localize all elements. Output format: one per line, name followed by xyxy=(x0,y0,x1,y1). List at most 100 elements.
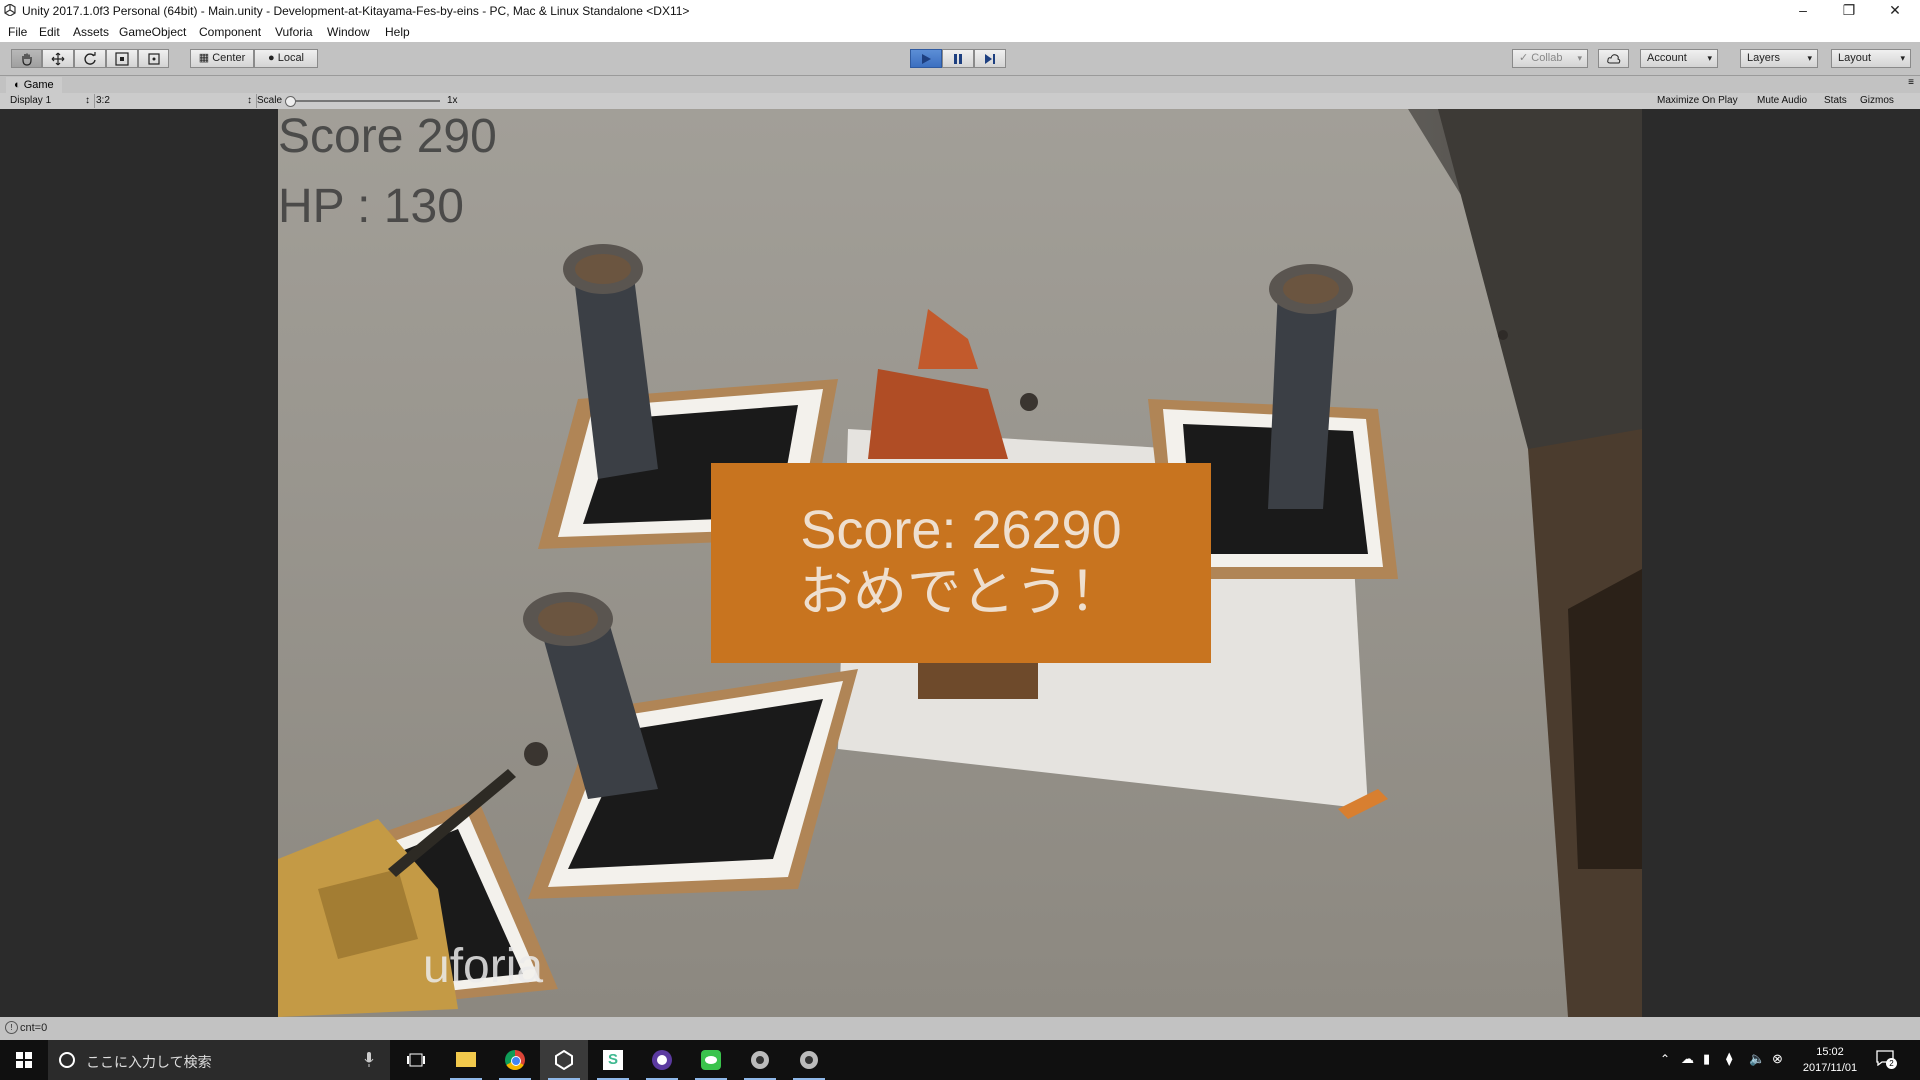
account-label: Account xyxy=(1647,52,1687,64)
game-tab-row: ◐ Game ≡ xyxy=(0,76,1920,94)
line-icon[interactable] xyxy=(687,1040,735,1080)
close-icon[interactable]: ✕ xyxy=(1872,0,1918,22)
hand-icon xyxy=(21,53,32,66)
start-button[interactable] xyxy=(0,1040,48,1080)
unity-logo-icon xyxy=(4,4,16,16)
clock-time: 15:02 xyxy=(1816,1046,1844,1058)
result-score: Score: 26290 xyxy=(800,500,1122,560)
game-view-bar: Display 1 ↕ 3:2 ↕ Scale 1x Maximize On P… xyxy=(0,93,1920,110)
menu-file[interactable]: File xyxy=(8,25,27,39)
move-tool-button[interactable] xyxy=(42,49,74,68)
ime-icon[interactable]: ⊗ xyxy=(1772,1051,1783,1067)
app-icon[interactable] xyxy=(785,1040,833,1080)
file-explorer-icon[interactable] xyxy=(442,1040,490,1080)
scale-value: 1x xyxy=(447,95,458,106)
menu-vuforia[interactable]: Vuforia xyxy=(275,25,313,39)
game-tab-label: Game xyxy=(23,79,54,91)
app-icon[interactable] xyxy=(736,1040,784,1080)
result-message: おめでとう！ xyxy=(799,562,1123,622)
rotate-icon xyxy=(84,51,96,65)
scale-slider[interactable] xyxy=(285,96,440,107)
pivot-toggle-button[interactable]: ▦ Center xyxy=(190,49,254,68)
window-title: Unity 2017.1.0f3 Personal (64bit) - Main… xyxy=(22,4,690,18)
pause-button[interactable] xyxy=(942,49,974,68)
menu-component[interactable]: Component xyxy=(199,25,261,39)
collab-button[interactable]: ✓ Collab xyxy=(1512,49,1588,68)
cannon-ball xyxy=(1020,393,1038,411)
aspect-label: 3:2 xyxy=(96,95,110,106)
display-label: Display 1 xyxy=(10,95,52,106)
hand-tool-button[interactable] xyxy=(11,49,42,68)
account-dropdown[interactable]: Account xyxy=(1640,49,1718,68)
volume-icon[interactable]: 🔈 xyxy=(1749,1051,1765,1067)
move-icon xyxy=(51,52,65,65)
menu-help[interactable]: Help xyxy=(385,25,410,39)
aspect-select[interactable]: 3:2 ↕ xyxy=(86,94,257,108)
rect-tool-icon xyxy=(147,52,160,65)
mute-audio-toggle[interactable]: Mute Audio xyxy=(1757,95,1807,106)
space-toggle-button[interactable]: ● Local xyxy=(254,49,318,68)
clock[interactable]: 15:02 2017/11/01 xyxy=(1795,1044,1865,1076)
cloud-icon xyxy=(1606,53,1620,63)
windows-taskbar: ここに入力して検索 S ⌃ ☁ ▮ ⧫ 🔈 ⊗ 15:02 2017/11/01 xyxy=(0,1040,1920,1080)
rotate-tool-button[interactable] xyxy=(74,49,106,68)
action-center-button[interactable]: 2 xyxy=(1876,1050,1898,1070)
menu-gameobject[interactable]: GameObject xyxy=(119,25,186,39)
pivot-label: Center xyxy=(212,52,246,64)
editor-toolbar: ▦ Center ● Local ✓ Collab Account Layers… xyxy=(0,42,1920,76)
panel-menu-icon[interactable]: ≡ xyxy=(1908,77,1914,88)
hp-hud: HP : 130 xyxy=(278,180,464,233)
gizmos-dropdown[interactable]: Gizmos xyxy=(1860,95,1894,106)
score-hud: Score 290 xyxy=(278,110,497,163)
local-icon: ● xyxy=(267,52,275,64)
layout-dropdown[interactable]: Layout xyxy=(1831,49,1911,68)
space-label: Local xyxy=(277,52,304,64)
cloud-button[interactable] xyxy=(1598,49,1629,68)
status-bar: ! cnt=0 xyxy=(0,1017,1920,1040)
restore-icon[interactable]: ❐ xyxy=(1826,0,1872,22)
game-tab-icon: ◐ xyxy=(14,79,21,91)
step-icon xyxy=(985,53,995,64)
cannon-ball xyxy=(1498,330,1508,340)
menu-edit[interactable]: Edit xyxy=(39,25,60,39)
scale-tool-button[interactable] xyxy=(106,49,138,68)
stats-toggle[interactable]: Stats xyxy=(1824,95,1847,106)
console-message[interactable]: cnt=0 xyxy=(20,1022,47,1034)
pause-icon xyxy=(954,53,962,64)
purple-app-icon[interactable] xyxy=(638,1040,686,1080)
maximize-on-play-toggle[interactable]: Maximize On Play xyxy=(1657,95,1738,106)
chrome-icon[interactable] xyxy=(491,1040,539,1080)
cortana-icon xyxy=(59,1052,75,1068)
minimize-icon[interactable]: – xyxy=(1780,0,1826,22)
search-placeholder: ここに入力して検索 xyxy=(86,1054,212,1070)
menu-window[interactable]: Window xyxy=(327,25,370,39)
collab-check-icon: ✓ xyxy=(1519,52,1529,64)
step-button[interactable] xyxy=(974,49,1006,68)
vuforia-watermark: uforia xyxy=(423,940,544,993)
scale-label: Scale xyxy=(257,95,283,106)
network-icon[interactable]: ⧫ xyxy=(1726,1051,1732,1067)
onedrive-icon[interactable]: ☁ xyxy=(1681,1051,1694,1067)
result-dialog: Score: 26290 おめでとう！ xyxy=(711,463,1211,663)
game-tab[interactable]: ◐ Game xyxy=(6,77,62,94)
unity-icon[interactable] xyxy=(540,1040,588,1080)
game-viewport[interactable]: Score 290 HP : 130 uforia Score: 26290 お… xyxy=(0,109,1920,1017)
menu-bar: File Edit Assets GameObject Component Vu… xyxy=(0,22,1920,42)
show-hidden-icons-icon[interactable]: ⌃ xyxy=(1660,1052,1670,1066)
layout-label: Layout xyxy=(1838,52,1872,64)
rect-tool-button[interactable] xyxy=(138,49,169,68)
cannon-ball xyxy=(524,742,548,766)
aspect-dropdown-icon: ↕ xyxy=(247,95,252,106)
scale-slider-thumb[interactable] xyxy=(285,96,296,107)
notification-count: 2 xyxy=(1886,1058,1897,1069)
pivot-icon: ▦ xyxy=(198,52,210,64)
battery-icon[interactable]: ▮ xyxy=(1703,1051,1710,1067)
search-box[interactable]: ここに入力して検索 xyxy=(48,1040,390,1080)
play-button[interactable] xyxy=(910,49,942,68)
slack-icon[interactable]: S xyxy=(589,1040,637,1080)
layers-label: Layers xyxy=(1747,52,1781,64)
display-select[interactable]: Display 1 ↕ xyxy=(0,94,95,108)
menu-assets[interactable]: Assets xyxy=(73,25,109,39)
task-view-icon[interactable] xyxy=(392,1040,440,1080)
layers-dropdown[interactable]: Layers xyxy=(1740,49,1818,68)
